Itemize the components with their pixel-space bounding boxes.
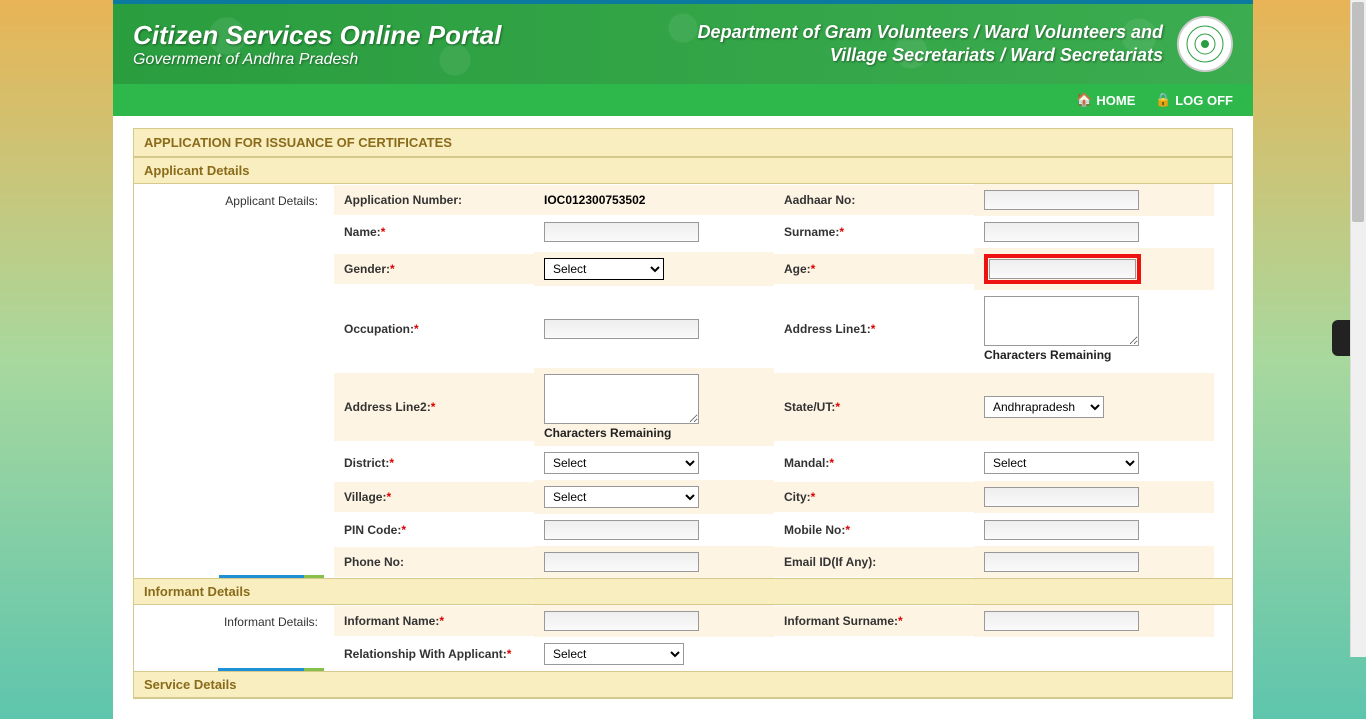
tab-informant-details[interactable]: Informant Details: — [218, 611, 324, 671]
address2-chars-remaining: Characters Remaining — [544, 426, 671, 440]
portal-title: Citizen Services Online Portal — [133, 20, 501, 51]
lock-icon: 🔒 — [1155, 92, 1171, 108]
header-banner: Citizen Services Online Portal Governmen… — [113, 0, 1253, 84]
nav-bar: 🏠 HOME 🔒 LOG OFF — [113, 84, 1253, 116]
panel-title: APPLICATION FOR ISSUANCE OF CERTIFICATES — [134, 129, 1232, 157]
value-application-number: IOC012300753502 — [544, 193, 645, 207]
occupation-input[interactable] — [544, 319, 699, 339]
nav-logoff-link[interactable]: 🔒 LOG OFF — [1155, 92, 1233, 108]
state-select[interactable]: Andhrapradesh — [984, 396, 1104, 418]
mandal-select[interactable]: Select — [984, 452, 1139, 474]
section-informant-details: Informant Details — [134, 578, 1232, 605]
address2-textarea[interactable] — [544, 374, 699, 424]
age-highlight — [984, 254, 1141, 284]
vertical-scrollbar[interactable] — [1350, 0, 1366, 657]
age-input[interactable] — [989, 259, 1136, 279]
nav-home-link[interactable]: 🏠 HOME — [1076, 92, 1135, 108]
relationship-select[interactable]: Select — [544, 643, 684, 665]
section-applicant-details: Applicant Details — [134, 157, 1232, 184]
phone-input[interactable] — [544, 552, 699, 572]
informant-name-input[interactable] — [544, 611, 699, 631]
tab-applicant-details[interactable]: Applicant Details: — [219, 190, 324, 578]
mobile-input[interactable] — [984, 520, 1139, 540]
surname-input[interactable] — [984, 222, 1139, 242]
email-input[interactable] — [984, 552, 1139, 572]
application-form-panel: APPLICATION FOR ISSUANCE OF CERTIFICATES… — [133, 128, 1233, 699]
aadhaar-input[interactable] — [984, 190, 1139, 210]
label-application-number: Application Number: — [334, 185, 534, 215]
address1-textarea[interactable] — [984, 296, 1139, 346]
home-icon: 🏠 — [1076, 92, 1092, 108]
district-select[interactable]: Select — [544, 452, 699, 474]
gender-select[interactable]: Select — [544, 258, 664, 280]
label-aadhaar: Aadhaar No: — [774, 185, 974, 215]
pincode-input[interactable] — [544, 520, 699, 540]
city-input[interactable] — [984, 487, 1139, 507]
address1-chars-remaining: Characters Remaining — [984, 348, 1111, 362]
department-name: Department of Gram Volunteers / Ward Vol… — [698, 21, 1163, 68]
village-select[interactable]: Select — [544, 486, 699, 508]
section-service-details: Service Details — [134, 671, 1232, 698]
side-panel-handle[interactable] — [1332, 320, 1350, 356]
portal-subtitle: Government of Andhra Pradesh — [133, 51, 501, 69]
name-input[interactable] — [544, 222, 699, 242]
informant-surname-input[interactable] — [984, 611, 1139, 631]
state-emblem-icon — [1177, 16, 1233, 72]
scrollbar-thumb[interactable] — [1352, 2, 1364, 222]
